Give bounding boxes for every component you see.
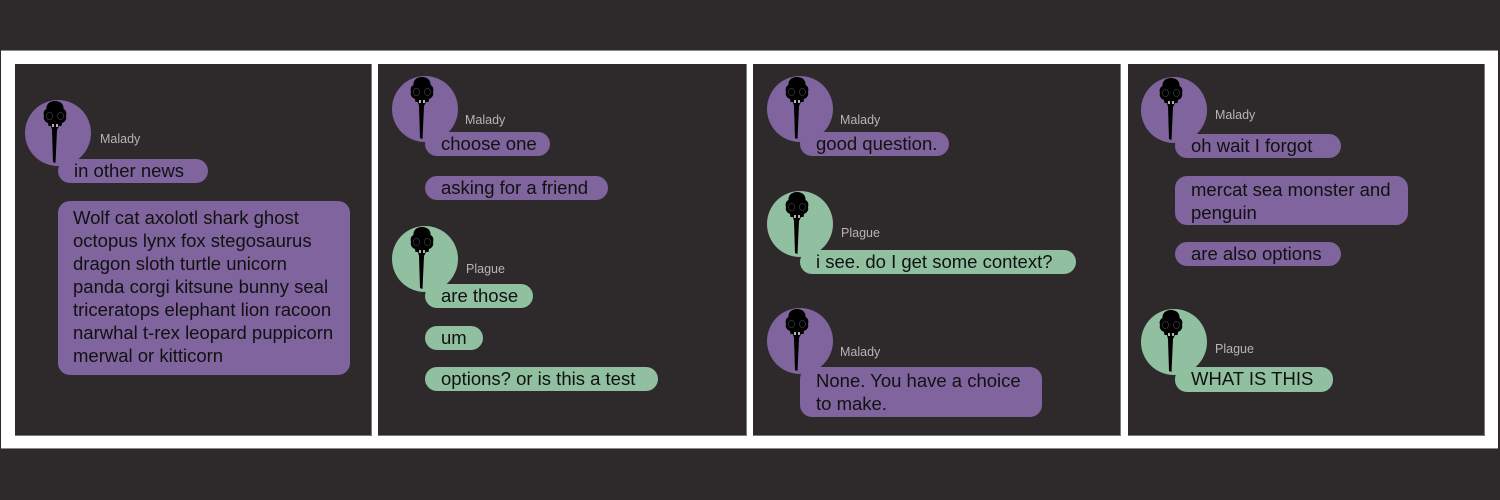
message-bubble: asking for a friend [425, 176, 608, 200]
message-bubble: good question. [800, 132, 949, 156]
bird-skull-icon [1155, 77, 1187, 141]
sender-name: Malady [840, 113, 881, 127]
sender-name: Malady [840, 345, 881, 359]
message-bubble: options? or is this a test [425, 367, 658, 391]
avatar-plague [392, 226, 458, 292]
avatar-malady [25, 100, 91, 166]
bird-skull-icon [406, 226, 438, 290]
bird-skull-icon [406, 76, 438, 140]
avatar-malady [767, 308, 833, 374]
bird-skull-icon [39, 100, 71, 164]
avatar-plague [767, 191, 833, 257]
bird-skull-icon [1155, 309, 1187, 373]
bird-skull-icon [781, 308, 813, 372]
avatar-plague [1141, 309, 1207, 375]
message-bubble: are also options [1175, 242, 1341, 266]
message-bubble: choose one [425, 132, 550, 156]
sender-name: Plague [1215, 342, 1254, 356]
sender-name: Plague [466, 262, 505, 276]
sender-name: Plague [841, 226, 880, 240]
bird-skull-icon [781, 76, 813, 140]
message-bubble: i see. do I get some context? [800, 250, 1076, 274]
message-bubble: None. You have a choice to make. [800, 367, 1042, 417]
comic-panel-3: Malady good question. Plague i see. do I… [753, 64, 1121, 436]
message-bubble: oh wait I forgot [1175, 134, 1341, 158]
comic-panel-2: Malady choose one asking for a friend Pl… [378, 64, 747, 436]
message-bubble: in other news [58, 159, 208, 183]
message-bubble: mercat sea monster and penguin [1175, 176, 1408, 225]
bird-skull-icon [781, 191, 813, 255]
message-bubble: Wolf cat axolotl shark ghost octopus lyn… [58, 201, 350, 375]
sender-name: Malady [1215, 108, 1256, 122]
comic-panel-4: Malady oh wait I forgot mercat sea monst… [1128, 64, 1485, 436]
comic-panel-1: Malady in other news Wolf cat axolotl sh… [15, 64, 372, 436]
sender-name: Malady [100, 132, 141, 146]
message-bubble: are those [425, 284, 533, 308]
sender-name: Malady [465, 113, 506, 127]
message-bubble: WHAT IS THIS [1175, 367, 1333, 392]
message-bubble: um [425, 326, 483, 350]
